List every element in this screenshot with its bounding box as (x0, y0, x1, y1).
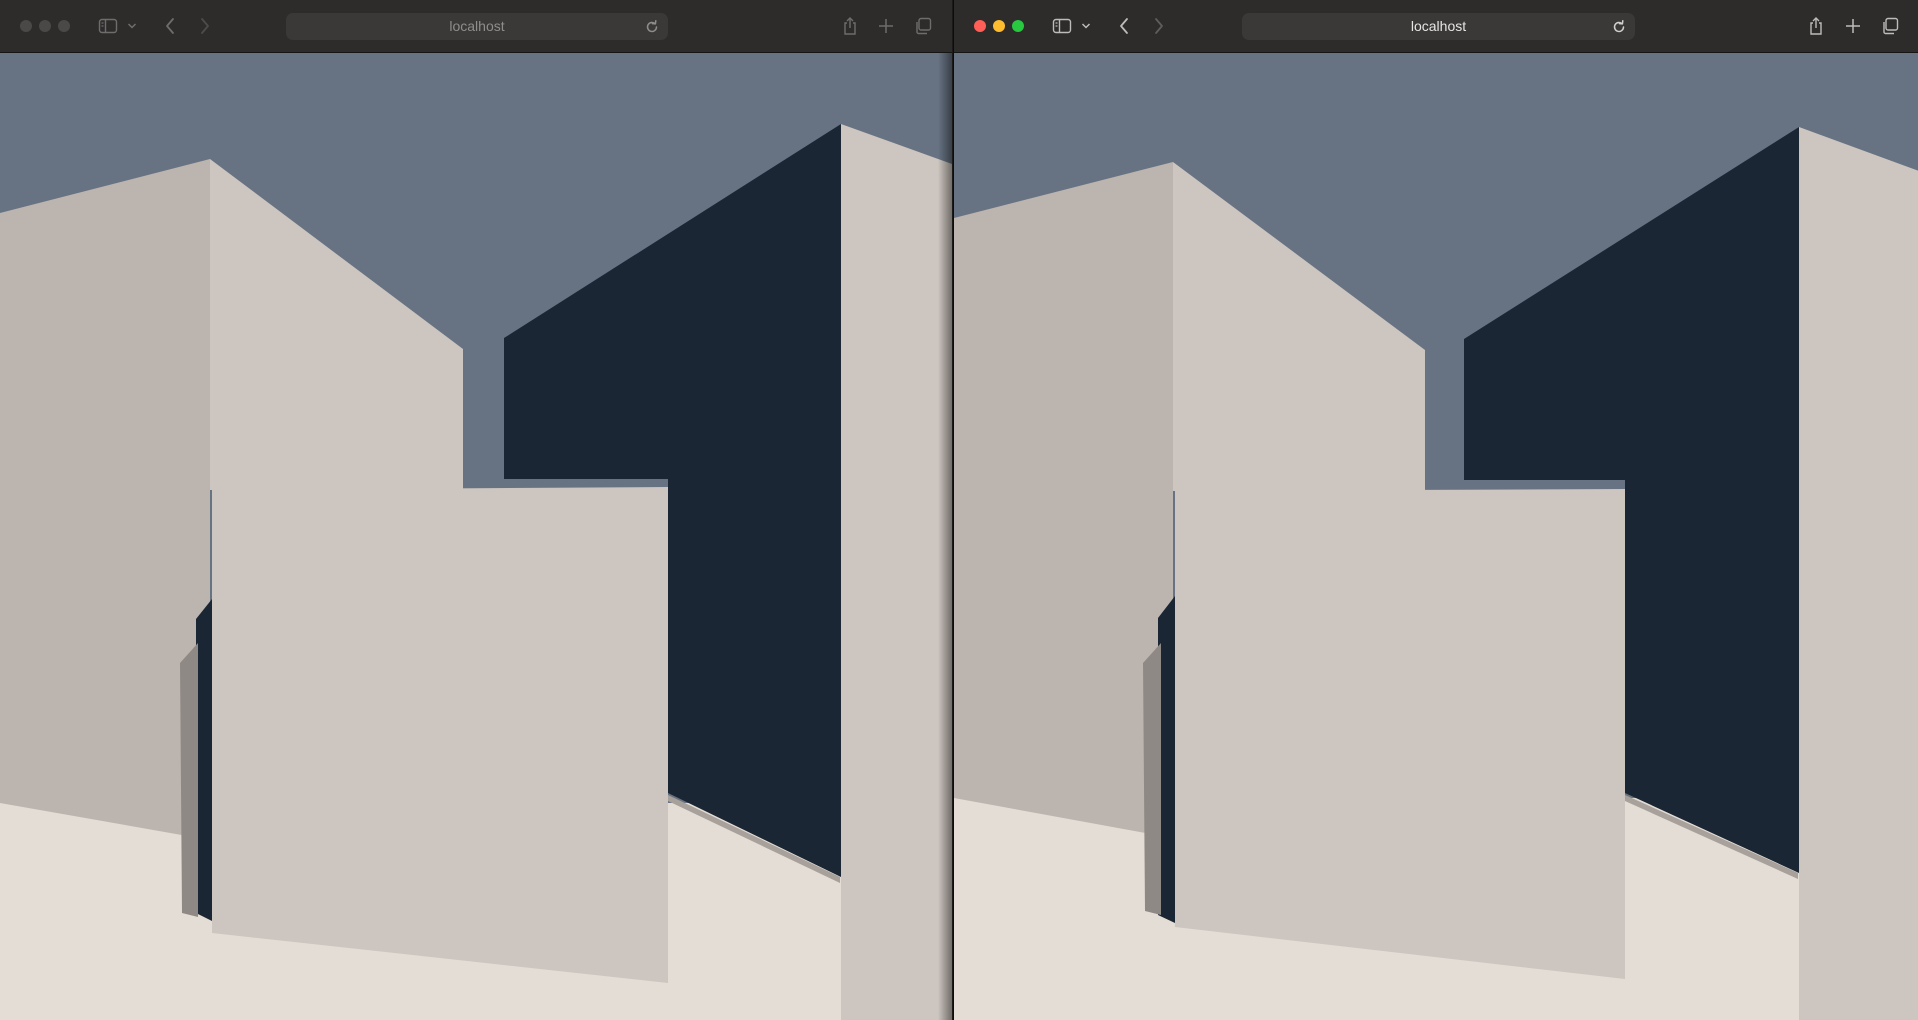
browser-window-right: localhost (953, 0, 1918, 1020)
browser-toolbar: localhost (0, 0, 952, 53)
address-bar[interactable]: localhost (286, 13, 668, 40)
doorway-gap (196, 599, 212, 921)
minimize-window-button[interactable] (993, 20, 1005, 32)
share-button[interactable] (838, 14, 862, 38)
3d-scene-canvas[interactable] (954, 53, 1918, 1020)
door-edge (180, 643, 198, 917)
tab-group-menu-button[interactable] (1079, 14, 1093, 38)
chevron-right-icon (1155, 18, 1163, 34)
chevron-down-icon (1081, 23, 1091, 29)
page-viewport[interactable] (954, 53, 1918, 1020)
zoom-window-button[interactable] (1012, 20, 1024, 32)
browser-window-left: localhost (0, 0, 952, 1020)
3d-scene-canvas[interactable] (0, 53, 952, 1020)
chevron-left-icon (166, 18, 174, 34)
tab-overview-icon (1883, 17, 1899, 35)
window-edge-shadow (938, 53, 952, 1020)
reload-icon[interactable] (644, 19, 660, 35)
share-icon (1810, 17, 1822, 35)
plus-icon (1846, 19, 1860, 33)
forward-button[interactable] (193, 14, 217, 38)
tab-overview-icon (916, 17, 932, 35)
share-icon (844, 17, 856, 35)
new-tab-button[interactable] (874, 14, 898, 38)
back-button[interactable] (1112, 14, 1136, 38)
reload-icon[interactable] (1611, 19, 1627, 35)
sidebar-toggle-button[interactable] (1050, 14, 1074, 38)
back-button[interactable] (158, 14, 182, 38)
page-viewport[interactable] (0, 53, 952, 1020)
sidebar-icon (1052, 18, 1072, 34)
zoom-window-button[interactable] (58, 20, 70, 32)
close-window-button[interactable] (20, 20, 32, 32)
tab-group-menu-button[interactable] (125, 14, 139, 38)
front-panel (1175, 489, 1625, 979)
chevron-left-icon (1120, 18, 1128, 34)
tab-overview-button[interactable] (911, 14, 935, 38)
address-url: localhost (449, 18, 505, 34)
plus-icon (879, 19, 893, 33)
new-tab-button[interactable] (1841, 14, 1865, 38)
front-panel (212, 487, 668, 983)
sidebar-icon (98, 18, 118, 34)
close-window-button[interactable] (974, 20, 986, 32)
minimize-window-button[interactable] (39, 20, 51, 32)
chevron-right-icon (201, 18, 209, 34)
tab-overview-button[interactable] (1878, 14, 1902, 38)
forward-button[interactable] (1147, 14, 1171, 38)
address-bar[interactable]: localhost (1242, 13, 1635, 40)
browser-toolbar: localhost (954, 0, 1918, 53)
left-wall (954, 162, 1173, 838)
share-button[interactable] (1804, 14, 1828, 38)
address-url: localhost (1410, 18, 1467, 34)
sidebar-toggle-button[interactable] (96, 14, 120, 38)
right-wall (841, 124, 952, 1020)
left-wall (0, 159, 210, 840)
right-wall (1799, 127, 1918, 1020)
door-edge (1143, 643, 1161, 915)
chevron-down-icon (127, 23, 137, 29)
